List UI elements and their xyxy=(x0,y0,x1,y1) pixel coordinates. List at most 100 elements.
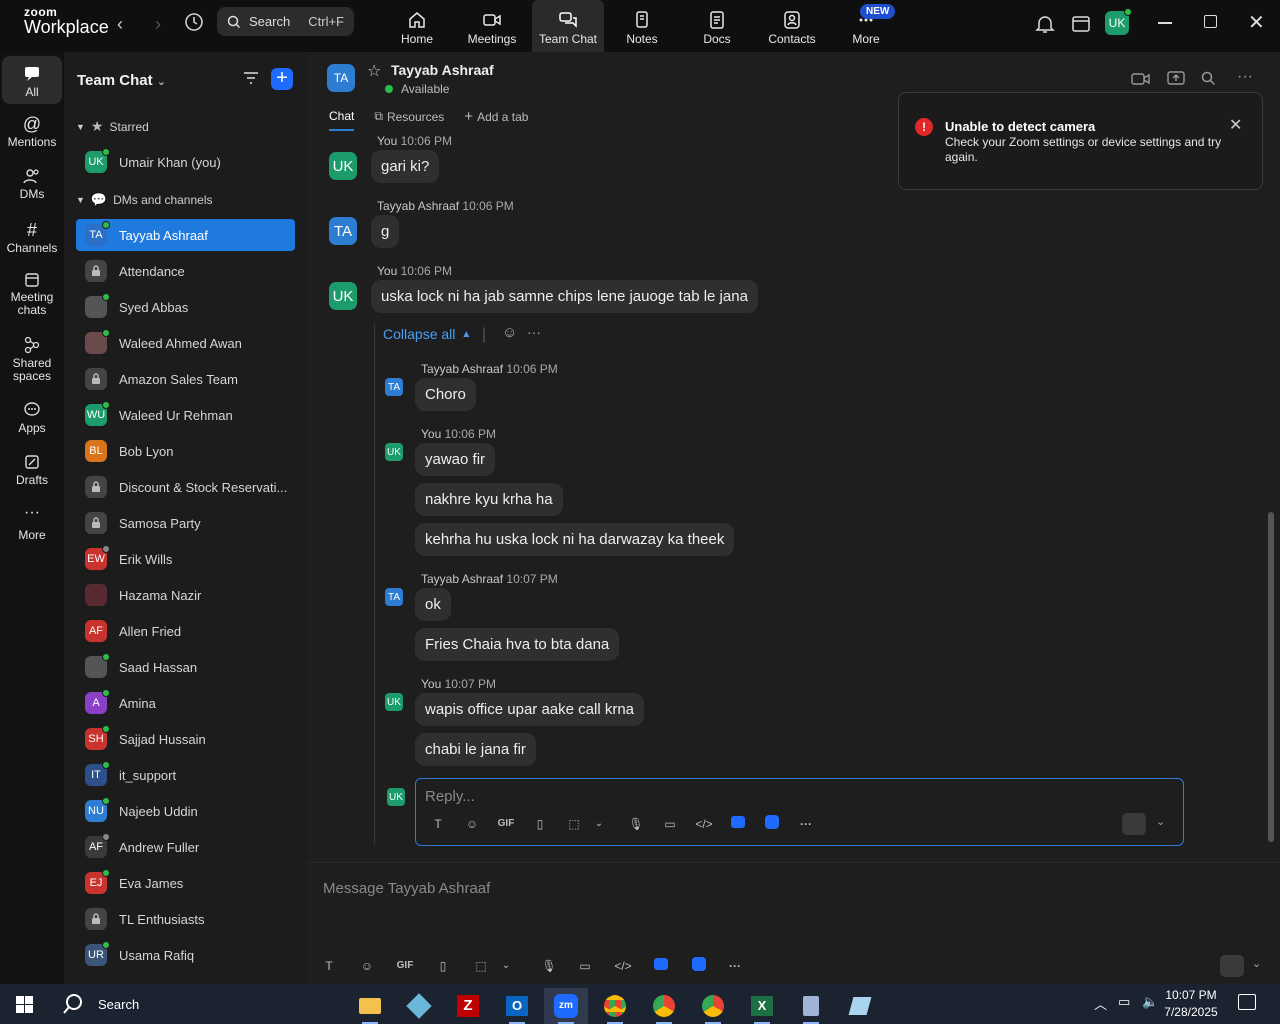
sidebar-item-all[interactable]: All xyxy=(2,56,62,104)
message-bubble[interactable]: chabi le jana fir xyxy=(415,733,536,766)
send-button[interactable] xyxy=(1220,955,1244,977)
tab-home[interactable]: Home xyxy=(381,0,453,52)
chevron-down-icon[interactable]: ⌄ xyxy=(591,818,607,829)
message-bubble[interactable]: gari ki? xyxy=(371,150,440,183)
list-item[interactable]: NU Najeeb Uddin xyxy=(76,795,295,827)
tab-team-chat[interactable]: Team Chat xyxy=(532,0,604,52)
chat-title[interactable]: Tayyab Ashraaf xyxy=(391,62,494,78)
message-bubble[interactable]: yawao fir xyxy=(415,443,496,476)
chrome-icon[interactable] xyxy=(593,988,637,1024)
list-item[interactable]: WU Waleed Ur Rehman xyxy=(76,399,295,431)
list-item[interactable]: IT it_support xyxy=(76,759,295,791)
list-item[interactable]: AF Andrew Fuller xyxy=(76,831,295,863)
tab-contacts[interactable]: Contacts xyxy=(756,0,828,52)
close-window-button[interactable]: ✕ xyxy=(1248,10,1265,35)
list-item[interactable]: EW Erik Wills xyxy=(76,543,295,575)
list-item[interactable]: EJ Eva James xyxy=(76,867,295,899)
emoji-icon[interactable]: ☺ xyxy=(346,959,388,973)
notifications-icon[interactable] xyxy=(1238,994,1256,1010)
zoom-app-icon[interactable] xyxy=(755,815,789,832)
excel-icon[interactable]: X xyxy=(740,988,784,1024)
list-item[interactable]: Saad Hassan xyxy=(76,651,295,683)
calendar-icon[interactable] xyxy=(1069,12,1093,36)
format-text-icon[interactable]: T xyxy=(312,959,346,973)
tab-chat[interactable]: Chat xyxy=(329,108,355,131)
more-tools-icon[interactable]: ··· xyxy=(718,959,752,973)
scrollbar[interactable] xyxy=(1268,132,1274,844)
list-item[interactable]: Waleed Ahmed Awan xyxy=(76,327,295,359)
app-icon[interactable] xyxy=(397,988,441,1024)
message-bubble[interactable]: Choro xyxy=(415,378,476,411)
screenshot-icon[interactable]: ⬚ xyxy=(464,959,498,973)
restore-button[interactable] xyxy=(1204,15,1217,28)
sidebar-item-meeting-chats[interactable]: Meeting chats xyxy=(2,272,62,317)
list-item[interactable]: Samosa Party xyxy=(76,507,295,539)
minimize-button[interactable] xyxy=(1158,22,1172,24)
starred-section-header[interactable]: ▼ ★ Starred xyxy=(76,118,149,135)
file-icon[interactable]: ▯ xyxy=(523,817,557,831)
list-item[interactable]: Amazon Sales Team xyxy=(76,363,295,395)
sidebar-item-apps[interactable]: Apps xyxy=(2,402,62,435)
file-explorer-icon[interactable] xyxy=(348,988,392,1024)
panel-title[interactable]: Team Chat ⌄ xyxy=(77,72,166,89)
message-input[interactable] xyxy=(323,877,1023,899)
sidebar-item-channels[interactable]: # Channels xyxy=(2,220,62,255)
message-bubble[interactable]: wapis office upar aake call krna xyxy=(415,693,645,726)
chat-avatar[interactable]: TA xyxy=(327,64,355,92)
format-text-icon[interactable]: T xyxy=(421,817,455,831)
filezilla-icon[interactable]: Z xyxy=(446,988,490,1024)
search-bar[interactable]: Search Ctrl+F xyxy=(217,7,354,36)
user-avatar[interactable]: UK xyxy=(1105,8,1132,35)
list-item[interactable]: SH Sajjad Hussain xyxy=(76,723,295,755)
filter-icon[interactable] xyxy=(242,70,260,86)
message-bubble[interactable]: kehrha hu uska lock ni ha darwazay ka th… xyxy=(415,523,735,556)
zoom-app-icon[interactable] xyxy=(680,957,718,974)
tab-meetings[interactable]: Meetings xyxy=(456,0,528,52)
list-item[interactable]: AF Allen Fried xyxy=(76,615,295,647)
tab-resources[interactable]: ⧉ Resources xyxy=(374,108,444,131)
list-item[interactable]: TL Enthusiasts xyxy=(76,903,295,935)
sidebar-item-shared-spaces[interactable]: Shared spaces xyxy=(2,336,62,383)
outlook-icon[interactable]: O xyxy=(495,988,539,1024)
list-item[interactable]: Hazama Nazir xyxy=(76,579,295,611)
chrome-icon[interactable] xyxy=(691,988,735,1024)
taskbar-clock[interactable]: 10:07 PM 7/28/2025 xyxy=(1156,987,1226,1021)
back-arrow-icon[interactable]: ‹ xyxy=(108,12,132,36)
message-bubble[interactable]: nakhre kyu krha ha xyxy=(415,483,563,516)
more-actions-icon[interactable]: ··· xyxy=(527,324,541,340)
add-reaction-icon[interactable]: ☺ xyxy=(502,324,517,341)
message-bubble[interactable]: g xyxy=(371,215,400,248)
file-icon[interactable]: ▯ xyxy=(422,959,464,973)
zoom-taskbar-icon[interactable]: zm xyxy=(544,988,588,1024)
app-icon[interactable] xyxy=(642,958,680,973)
calculator-icon[interactable] xyxy=(789,988,833,1024)
taskbar-search[interactable]: Search xyxy=(48,984,348,1024)
dms-section-header[interactable]: ▼ 💬 DMs and channels xyxy=(76,192,213,208)
list-item[interactable]: Discount & Stock Reservati... xyxy=(76,471,295,503)
reply-input[interactable] xyxy=(425,785,1025,807)
new-chat-button[interactable]: + xyxy=(271,68,293,90)
code-snippet-icon[interactable]: </> xyxy=(687,817,721,831)
video-message-icon[interactable]: ▭ xyxy=(566,959,604,973)
chevron-up-icon[interactable]: ︿ xyxy=(1094,994,1107,1013)
video-message-icon[interactable]: ▭ xyxy=(653,817,687,831)
forward-arrow-icon[interactable]: › xyxy=(146,12,170,36)
app-icon[interactable] xyxy=(721,816,755,831)
send-options-chevron-icon[interactable]: ⌄ xyxy=(1156,815,1165,828)
code-snippet-icon[interactable]: </> xyxy=(604,959,642,973)
windows-start-icon[interactable] xyxy=(16,996,33,1013)
sidebar-item-dms[interactable]: DMs xyxy=(2,168,62,201)
more-options-icon[interactable]: ··· xyxy=(1237,68,1253,86)
sidebar-item-mentions[interactable]: @ Mentions xyxy=(2,114,62,149)
chrome-icon[interactable] xyxy=(642,988,686,1024)
send-button[interactable] xyxy=(1122,813,1146,835)
close-icon[interactable]: ✕ xyxy=(1229,115,1242,135)
list-item[interactable]: BL Bob Lyon xyxy=(76,435,295,467)
bell-icon[interactable] xyxy=(1033,12,1057,36)
emoji-icon[interactable]: ☺ xyxy=(455,817,489,831)
message-bubble[interactable]: Fries Chaia hva to bta dana xyxy=(415,628,620,661)
tab-notes[interactable]: Notes xyxy=(606,0,678,52)
gif-icon[interactable]: GIF xyxy=(489,818,523,829)
list-item[interactable]: TA Tayyab Ashraaf xyxy=(76,219,295,251)
send-options-chevron-icon[interactable]: ⌄ xyxy=(1252,957,1261,970)
